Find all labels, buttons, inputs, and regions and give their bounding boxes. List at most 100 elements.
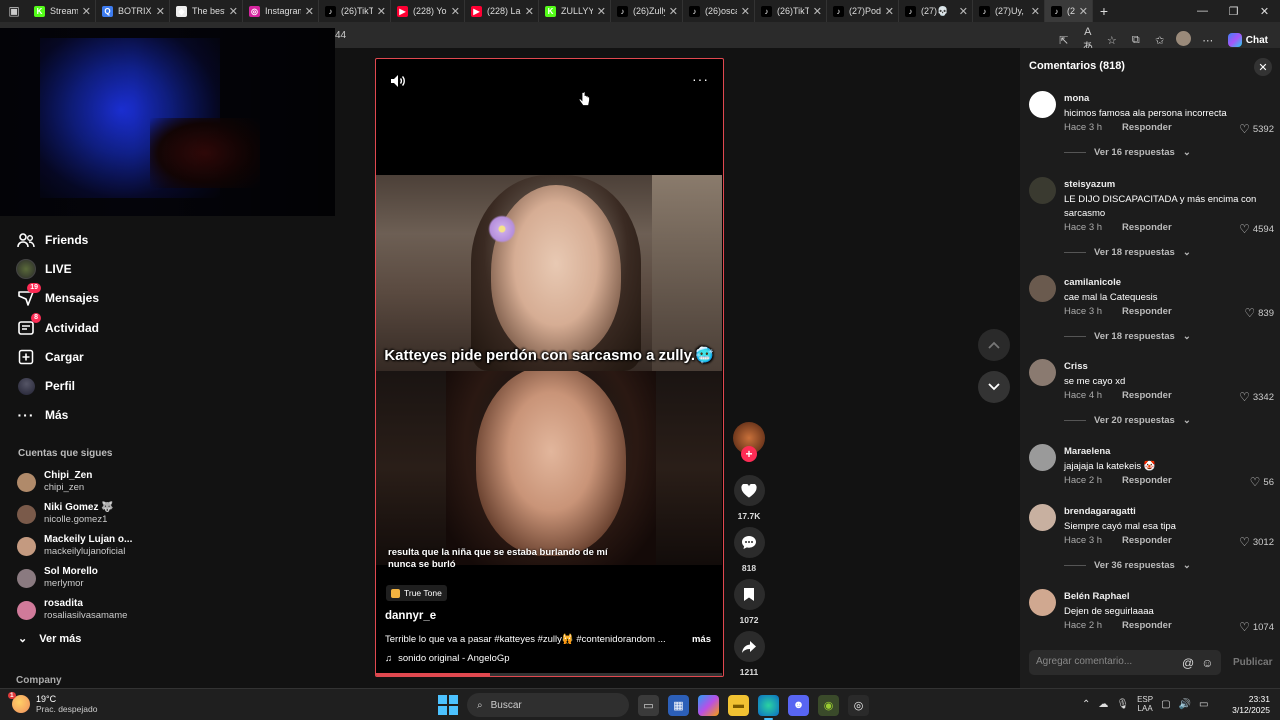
obs-icon[interactable]: ◎	[848, 694, 869, 716]
edge-browser-icon[interactable]	[758, 694, 779, 720]
tab-close-icon[interactable]: ✕	[1079, 5, 1088, 18]
follow-plus-button[interactable]: +	[741, 446, 757, 462]
view-replies-button[interactable]: Ver 18 respuestas ⌄	[1064, 247, 1191, 258]
browser-tab[interactable]: ♪ (27)💀 ✕	[899, 0, 973, 22]
extensions-icon[interactable]: ⧉	[1128, 34, 1144, 47]
new-tab-button[interactable]: +	[1093, 3, 1115, 19]
comment-username[interactable]: mona	[1064, 93, 1089, 104]
browser-tab[interactable]: K ZULLYY_ ✕	[539, 0, 611, 22]
following-account[interactable]: rosadita rosaliasilvasamame	[17, 594, 132, 626]
browser-tab[interactable]: ◎ Instagram ✕	[243, 0, 319, 22]
browser-tab[interactable]: ♪ (27)Uy, ✕	[973, 0, 1045, 22]
emoji-icon[interactable]: ☺	[1201, 656, 1213, 670]
microphone-icon[interactable]: 🎙	[1116, 699, 1129, 710]
browser-tab[interactable]: ♪ (26)oscar ✕	[683, 0, 755, 22]
profile-avatar[interactable]	[1176, 31, 1192, 49]
save-action[interactable]: 1072	[733, 579, 765, 625]
tray-overflow-icon[interactable]: ⌃	[1082, 699, 1090, 710]
favorites-icon[interactable]: ✩	[1152, 34, 1168, 47]
view-replies-button[interactable]: Ver 16 respuestas ⌄	[1064, 147, 1191, 158]
tab-close-icon[interactable]: ✕	[597, 5, 606, 18]
nav-upload[interactable]: Cargar	[15, 342, 99, 371]
reply-button[interactable]: Responder	[1122, 620, 1172, 631]
mention-icon[interactable]: @	[1182, 656, 1194, 670]
browser-tab[interactable]: ♪ (26)Zully ✕	[611, 0, 683, 22]
comment-like-button[interactable]: ♡ 1074	[1239, 620, 1274, 634]
battery-icon[interactable]: ▭	[1199, 699, 1208, 710]
avatar[interactable]	[1029, 177, 1056, 204]
comment-like-button[interactable]: ♡ 5392	[1239, 122, 1274, 136]
avatar[interactable]	[1029, 359, 1056, 386]
avatar[interactable]	[1029, 444, 1056, 471]
comment-username[interactable]: brendagaragatti	[1064, 506, 1136, 517]
share-action[interactable]: 1211	[733, 631, 765, 677]
close-window-button[interactable]: ✕	[1249, 0, 1280, 22]
comment-like-button[interactable]: ♡ 4594	[1239, 222, 1274, 236]
file-explorer-icon[interactable]: ▬	[728, 694, 749, 716]
favorite-star-icon[interactable]: ☆	[1104, 34, 1120, 47]
avatar[interactable]	[1029, 91, 1056, 118]
tab-close-icon[interactable]: ✕	[525, 5, 534, 18]
reply-button[interactable]: Responder	[1122, 222, 1172, 233]
tab-close-icon[interactable]: ✕	[885, 5, 894, 18]
restore-button[interactable]: ❐	[1218, 0, 1249, 22]
comment-username[interactable]: camilanicole	[1064, 277, 1121, 288]
reply-button[interactable]: Responder	[1122, 475, 1172, 486]
tab-actions-icon[interactable]: ▣	[0, 0, 28, 22]
view-replies-button[interactable]: Ver 18 respuestas ⌄	[1064, 331, 1191, 342]
tab-close-icon[interactable]: ✕	[669, 5, 678, 18]
tab-close-icon[interactable]: ✕	[741, 5, 750, 18]
video-progress-bar[interactable]	[376, 673, 722, 676]
video-more-options-icon[interactable]: ···	[692, 71, 709, 87]
network-icon[interactable]: ▢	[1161, 699, 1170, 710]
avatar[interactable]	[1029, 275, 1056, 302]
see-more-link[interactable]: ⌄ Ver más	[18, 632, 81, 646]
comment-like-button[interactable]: ♡ 56	[1250, 475, 1274, 489]
reply-button[interactable]: Responder	[1122, 306, 1172, 317]
cloud-icon[interactable]: ☁	[1098, 699, 1108, 710]
creator-avatar[interactable]: +	[733, 422, 765, 462]
url-text[interactable]: 44	[335, 30, 346, 41]
publish-button[interactable]: Publicar	[1233, 657, 1272, 668]
previous-video-button[interactable]	[978, 329, 1010, 361]
following-account[interactable]: Niki Gomez 🐺 nicolle.gomez1	[17, 498, 132, 530]
language-indicator[interactable]: ESP LAA	[1137, 695, 1153, 713]
store-icon[interactable]: ▦	[668, 694, 689, 716]
comment-like-button[interactable]: ♡ 839	[1244, 306, 1274, 320]
comment-username[interactable]: Criss	[1064, 361, 1088, 372]
nav-more[interactable]: ··· Más	[15, 401, 99, 430]
comment-like-button[interactable]: ♡ 3342	[1239, 390, 1274, 404]
browser-tab[interactable]: ◆ The best ✕	[170, 0, 243, 22]
nav-messages[interactable]: 19 Mensajes	[15, 283, 99, 313]
tab-close-icon[interactable]: ✕	[156, 5, 165, 18]
volume-tray-icon[interactable]: 🔊	[1179, 699, 1191, 710]
tab-close-icon[interactable]: ✕	[1031, 5, 1040, 18]
effect-tag[interactable]: True Tone	[386, 585, 447, 601]
task-view-icon[interactable]: ▭	[638, 694, 659, 716]
more-description-button[interactable]: más	[692, 634, 711, 645]
like-action[interactable]: 17.7K	[733, 475, 765, 521]
tab-close-icon[interactable]: ✕	[229, 5, 238, 18]
reply-button[interactable]: Responder	[1122, 390, 1172, 401]
picture-in-picture-stream[interactable]	[0, 28, 335, 216]
browser-tab[interactable]: Q BOTRIX ✕	[96, 0, 170, 22]
tab-close-icon[interactable]: ✕	[813, 5, 822, 18]
tab-close-icon[interactable]: ✕	[377, 5, 386, 18]
nav-profile[interactable]: Perfil	[15, 371, 99, 400]
following-account[interactable]: Sol Morello merlymor	[17, 562, 132, 594]
comment-username[interactable]: Maraelena	[1064, 446, 1110, 457]
view-replies-button[interactable]: Ver 20 respuestas ⌄	[1064, 415, 1191, 426]
browser-tab[interactable]: ♪ (26)TikTo ✕	[755, 0, 827, 22]
tab-close-icon[interactable]: ✕	[82, 5, 91, 18]
taskbar-clock[interactable]: 23:31 3/12/2025	[1232, 694, 1270, 716]
reply-button[interactable]: Responder	[1122, 122, 1172, 133]
tab-close-icon[interactable]: ✕	[305, 5, 314, 18]
close-comments-button[interactable]: ✕	[1254, 58, 1272, 76]
nav-friends[interactable]: Friends	[15, 225, 99, 254]
volume-icon[interactable]	[390, 74, 406, 93]
comment-action[interactable]: 818	[733, 527, 765, 573]
avatar[interactable]	[1029, 504, 1056, 531]
browser-tab[interactable]: ♪ (27 ✕	[1045, 0, 1093, 22]
nav-activity[interactable]: 8 Actividad	[15, 312, 99, 342]
open-in-app-icon[interactable]: ⇱	[1056, 34, 1072, 47]
